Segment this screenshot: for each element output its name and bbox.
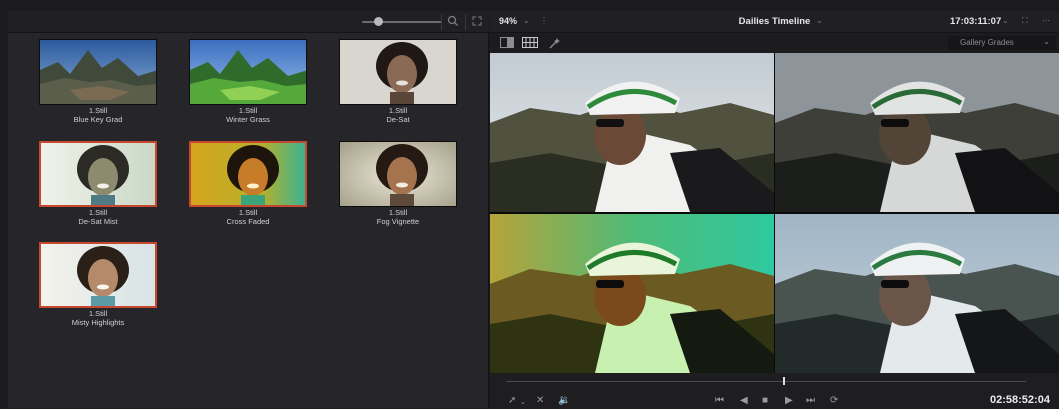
gallery-still[interactable]: 1.Still Fog Vignette — [339, 141, 457, 226]
viewer-header: 94% ⌄ ⋮ Dailies Timeline ⌄ 17:03:11:07 ⌄… — [490, 11, 1059, 33]
viewer-panel-desaturated[interactable] — [775, 53, 1059, 212]
still-name: Misty Highlights — [71, 318, 125, 327]
still-label: 1.Still — [88, 208, 108, 217]
gallery-still[interactable]: 1.Still De-Sat — [339, 39, 457, 124]
blade-tool-icon[interactable]: ✕ — [536, 395, 544, 407]
playhead[interactable] — [783, 377, 785, 385]
still-name: Fog Vignette — [376, 217, 420, 226]
viewer-panel-cross-faded[interactable] — [490, 214, 774, 373]
gallery-still[interactable]: 1.Still Misty Highlights — [39, 242, 157, 327]
skip-to-end-icon[interactable]: ⏭ — [806, 395, 815, 407]
still-thumbnail[interactable] — [39, 141, 157, 207]
gallery-zoom-slider-handle[interactable] — [374, 17, 383, 26]
viewer-panel: 94% ⌄ ⋮ Dailies Timeline ⌄ 17:03:11:07 ⌄… — [490, 11, 1059, 408]
transport-bar: ➚ ⌄ ✕ 🔉 ⏮ ◀ ■ ▶ ⏭ ⟳ 02:58:52:04 — [490, 373, 1059, 408]
gallery-still[interactable]: 1.Still Winter Grass — [189, 39, 307, 124]
gallery-still[interactable]: 1.Still Blue Key Grad — [39, 39, 157, 124]
gallery-still[interactable]: 1.Still Cross Faded — [189, 141, 307, 226]
chevron-down-icon[interactable]: ⌄ — [816, 16, 823, 25]
pick-tool-icon[interactable]: ➚ — [508, 395, 516, 407]
still-label: 1.Still — [388, 106, 408, 115]
still-thumbnail[interactable] — [39, 39, 157, 105]
still-label: 1.Still — [88, 309, 108, 318]
toolbar-divider — [465, 14, 466, 30]
still-label: 1.Still — [88, 106, 108, 115]
toolbar-divider — [441, 14, 442, 30]
play-icon[interactable]: ▶ — [785, 395, 793, 407]
split-screen-viewer[interactable] — [490, 53, 1059, 373]
app-window: 1.Still Blue Key Grad 1.Still Winter Gra… — [0, 0, 1059, 408]
viewer-panel-cool-grade[interactable] — [775, 214, 1059, 373]
still-thumbnail[interactable] — [39, 242, 157, 308]
gallery-still[interactable]: 1.Still De-Sat Mist — [39, 141, 157, 226]
reverse-play-icon[interactable]: ◀ — [740, 395, 748, 407]
search-icon[interactable] — [446, 15, 460, 29]
highlight-wand-icon[interactable] — [549, 37, 561, 49]
viewer-toolbar: Gallery Grades ⌄ — [490, 33, 1059, 53]
gallery-grades-dropdown[interactable]: Gallery Grades ⌄ — [948, 36, 1056, 50]
split-screen-grid-icon[interactable] — [522, 37, 538, 49]
timecode-top: 17:03:11:07 — [950, 16, 1002, 27]
still-thumbnail[interactable] — [189, 39, 307, 105]
loop-icon[interactable]: ⟳ — [830, 395, 838, 407]
still-thumbnail[interactable] — [339, 141, 457, 207]
still-label: 1.Still — [388, 208, 408, 217]
still-label: 1.Still — [238, 208, 258, 217]
skip-to-start-icon[interactable]: ⏮ — [715, 395, 724, 407]
chevron-down-icon: ⌄ — [1043, 37, 1050, 46]
still-name: Winter Grass — [226, 115, 270, 124]
timecode-bottom: 02:58:52:04 — [990, 394, 1050, 406]
still-name: De-Sat Mist — [78, 217, 118, 226]
more-icon[interactable]: ⋯ — [1042, 16, 1050, 25]
still-name: Cross Faded — [226, 217, 270, 226]
still-name: De-Sat — [386, 115, 410, 124]
expand-icon[interactable]: ⛶ — [1022, 16, 1028, 26]
volume-icon[interactable]: 🔉 — [558, 395, 570, 407]
viewer-panel-original[interactable] — [490, 53, 774, 212]
still-thumbnail[interactable] — [189, 141, 307, 207]
expand-icon[interactable] — [470, 15, 484, 29]
chevron-down-icon[interactable]: ⌄ — [520, 397, 526, 409]
gallery-toolbar — [8, 11, 489, 33]
still-name: Blue Key Grad — [73, 115, 123, 124]
chevron-down-icon[interactable]: ⌄ — [1002, 16, 1009, 25]
stills-gallery-panel: 1.Still Blue Key Grad 1.Still Winter Gra… — [8, 11, 489, 408]
timeline-scrubber[interactable] — [506, 381, 1026, 382]
still-label: 1.Still — [238, 106, 258, 115]
still-thumbnail[interactable] — [339, 39, 457, 105]
split-view-icon[interactable] — [500, 37, 514, 49]
dropdown-value: Gallery Grades — [960, 38, 1014, 47]
stop-icon[interactable]: ■ — [762, 395, 768, 407]
